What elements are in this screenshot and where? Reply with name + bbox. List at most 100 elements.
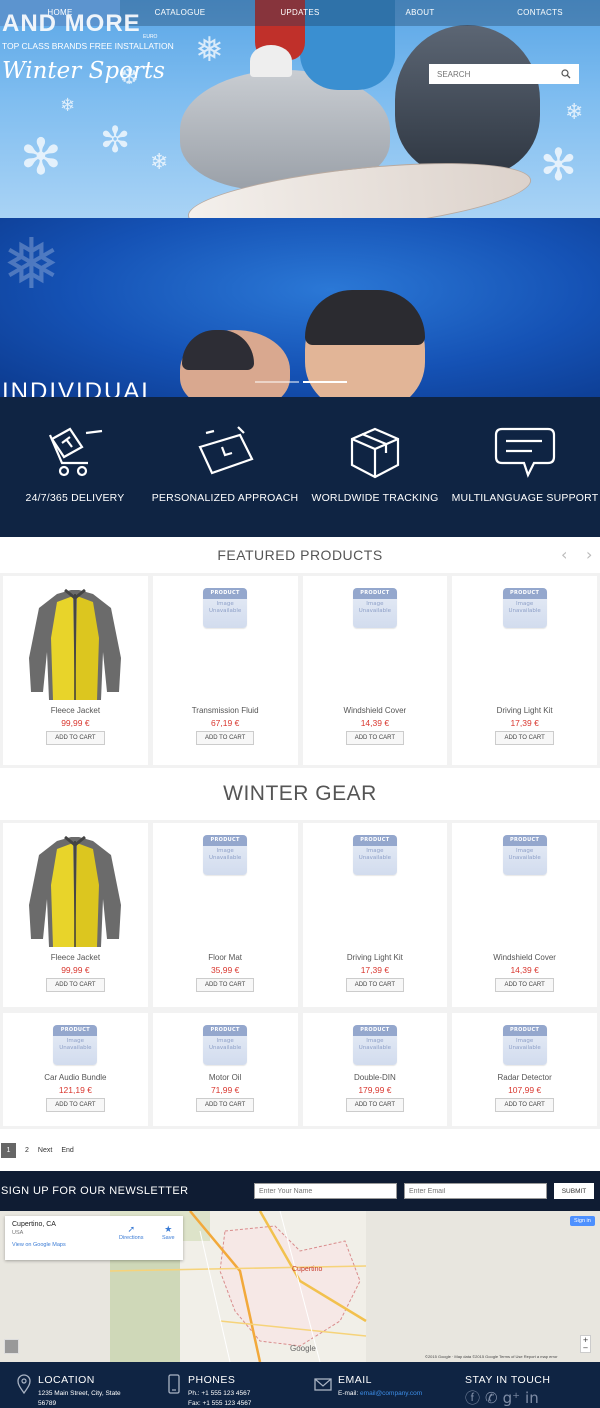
add-to-cart-button[interactable]: ADD TO CART: [495, 731, 554, 745]
newsletter-submit-button[interactable]: SUBMIT: [554, 1183, 594, 1199]
linkedin-icon[interactable]: in: [525, 1389, 539, 1407]
product-card[interactable]: Fleece Jacket 99,99 € ADD TO CART: [3, 823, 148, 1007]
map-directions-button[interactable]: ➚ Directions: [119, 1224, 143, 1241]
image-unavailable-placeholder: PRODUCT Image Unavailable: [352, 588, 397, 628]
product-card[interactable]: PRODUCT Image Unavailable Car Audio Bundle 1…: [3, 1013, 148, 1126]
slider-dot[interactable]: [255, 381, 299, 383]
product-card[interactable]: PRODUCT Image Unavailable Motor Oil 71,99 € A…: [152, 1013, 298, 1126]
next-page-link[interactable]: Next: [38, 1147, 52, 1154]
product-image[interactable]: PRODUCT Image Unavailable: [153, 576, 298, 706]
add-to-cart-button[interactable]: ADD TO CART: [495, 1098, 554, 1112]
directions-label: Directions: [119, 1235, 144, 1241]
snowflake-decoration: ✼: [100, 120, 131, 161]
product-name[interactable]: Driving Light Kit: [497, 706, 553, 715]
product-card[interactable]: PRODUCT Image Unavailable Windshield Cover 1…: [452, 823, 597, 1007]
product-image[interactable]: PRODUCT Image Unavailable: [303, 576, 448, 706]
product-image[interactable]: PRODUCT Image Unavailable: [452, 576, 597, 706]
footer-email-link[interactable]: email@company.com: [360, 1390, 422, 1397]
placeholder-top-label: PRODUCT: [502, 1025, 547, 1036]
product-card[interactable]: PRODUCT Image Unavailable Radar Detector 107…: [452, 1013, 597, 1126]
newsletter-name-input[interactable]: [254, 1183, 397, 1199]
search-icon[interactable]: [561, 69, 571, 79]
product-name[interactable]: Fleece Jacket: [51, 953, 100, 962]
product-card[interactable]: PRODUCT Image Unavailable Transmission Flui…: [152, 576, 298, 765]
hero-title: AND MORE: [2, 10, 141, 37]
carousel-next-arrow[interactable]: ›: [586, 545, 592, 564]
product-name[interactable]: Windshield Cover: [344, 706, 407, 715]
product-image[interactable]: PRODUCT Image Unavailable: [153, 823, 298, 953]
product-name[interactable]: Floor Mat: [208, 953, 242, 962]
add-to-cart-button[interactable]: ADD TO CART: [46, 1098, 105, 1112]
nav-contacts[interactable]: CONTACTS: [480, 0, 600, 26]
footer-location: LOCATION 1235 Main Street, City, State 56…: [16, 1374, 121, 1408]
product-card[interactable]: PRODUCT Image Unavailable Driving Light Kit…: [302, 823, 448, 1007]
add-to-cart-button[interactable]: ADD TO CART: [195, 1098, 255, 1112]
product-image[interactable]: PRODUCT Image Unavailable: [153, 1013, 298, 1073]
save-label: Save: [162, 1235, 175, 1241]
twitter-icon[interactable]: ✆: [485, 1389, 498, 1407]
add-to-cart-button[interactable]: ADD TO CART: [345, 978, 405, 992]
carousel-prev-arrow[interactable]: ‹: [561, 545, 567, 564]
product-card[interactable]: Fleece Jacket 99,99 € ADD TO CART: [3, 576, 148, 765]
nav-updates[interactable]: UPDATES: [240, 0, 360, 26]
product-image[interactable]: [3, 823, 148, 953]
add-to-cart-button[interactable]: ADD TO CART: [46, 978, 105, 992]
product-name[interactable]: Double-DIN: [354, 1073, 396, 1082]
newsletter-email-input[interactable]: [404, 1183, 547, 1199]
slider-dot-active[interactable]: [303, 381, 347, 383]
product-image[interactable]: [3, 576, 148, 706]
google-map[interactable]: Cupertino Cupertino, CA USA View on Goog…: [0, 1211, 600, 1362]
hero-euro-label: EURO: [143, 34, 158, 40]
map-save-button[interactable]: ★ Save: [162, 1224, 175, 1241]
hero-slider[interactable]: ✻ ✼ ❄ ❄ ❅ ✻ ❄ ❆ ❅ HOME CATALOGUE UPDATES…: [0, 0, 600, 397]
page-current[interactable]: 1: [1, 1142, 16, 1158]
map-place-name: Cupertino, CA: [12, 1221, 56, 1228]
nav-about[interactable]: ABOUT: [360, 0, 480, 26]
product-card[interactable]: PRODUCT Image Unavailable Driving Light Kit…: [452, 576, 597, 765]
google-plus-icon[interactable]: g⁺: [503, 1389, 520, 1407]
product-name[interactable]: Motor Oil: [209, 1073, 241, 1082]
add-to-cart-button[interactable]: ADD TO CART: [46, 731, 105, 745]
product-name[interactable]: Windshield Cover: [493, 953, 556, 962]
view-on-google-maps-link[interactable]: View on Google Maps: [12, 1242, 176, 1248]
product-name[interactable]: Radar Detector: [498, 1073, 552, 1082]
product-image[interactable]: PRODUCT Image Unavailable: [303, 823, 448, 953]
product-name[interactable]: Car Audio Bundle: [44, 1073, 106, 1082]
hero-slide2-title: INDIVIDUAL: [2, 378, 157, 397]
newsletter-bar: SIGN UP FOR OUR NEWSLETTER SUBMIT: [0, 1171, 600, 1211]
box-icon: [350, 427, 400, 479]
product-image[interactable]: PRODUCT Image Unavailable: [3, 1013, 148, 1073]
map-zoom-control[interactable]: + −: [580, 1335, 591, 1353]
add-to-cart-button[interactable]: ADD TO CART: [195, 978, 255, 992]
phone-icon: [168, 1374, 180, 1394]
add-to-cart-button[interactable]: ADD TO CART: [345, 731, 405, 745]
add-to-cart-button[interactable]: ADD TO CART: [195, 731, 255, 745]
add-to-cart-button[interactable]: ADD TO CART: [495, 978, 554, 992]
facebook-icon[interactable]: ⓕ: [465, 1389, 480, 1407]
search-input[interactable]: [429, 65, 557, 83]
placeholder-top-label: PRODUCT: [203, 588, 248, 599]
fleece-jacket-image: [29, 835, 122, 947]
product-price: 121,19 €: [58, 1085, 92, 1095]
product-name[interactable]: Transmission Fluid: [192, 706, 259, 715]
end-page-link[interactable]: End: [61, 1147, 73, 1154]
image-unavailable-placeholder: PRODUCT Image Unavailable: [502, 1025, 547, 1065]
product-name[interactable]: Driving Light Kit: [347, 953, 403, 962]
product-name[interactable]: Fleece Jacket: [51, 706, 100, 715]
add-to-cart-button[interactable]: ADD TO CART: [345, 1098, 405, 1112]
product-card[interactable]: PRODUCT Image Unavailable Windshield Cover 1…: [302, 576, 448, 765]
product-image[interactable]: PRODUCT Image Unavailable: [303, 1013, 448, 1073]
map-sign-in-button[interactable]: Sign in: [570, 1216, 595, 1226]
product-card[interactable]: PRODUCT Image Unavailable Double-DIN 179,99 …: [302, 1013, 448, 1126]
image-unavailable-placeholder: PRODUCT Image Unavailable: [203, 835, 248, 875]
image-unavailable-placeholder: PRODUCT Image Unavailable: [203, 588, 248, 628]
image-unavailable-placeholder: PRODUCT Image Unavailable: [352, 1025, 397, 1065]
footer-social: STAY IN TOUCH ⓕ ✆ g⁺ in: [465, 1374, 550, 1407]
street-view-thumbnail[interactable]: [4, 1339, 19, 1354]
product-card[interactable]: PRODUCT Image Unavailable Floor Mat 35,99 € A…: [152, 823, 298, 1007]
product-image[interactable]: PRODUCT Image Unavailable: [452, 1013, 597, 1073]
page-2-link[interactable]: 2: [25, 1147, 29, 1154]
placeholder-top-label: PRODUCT: [203, 835, 248, 846]
features-band: 24/7/365 DELIVERY PERSONALIZED APPROACH …: [0, 397, 600, 537]
product-image[interactable]: PRODUCT Image Unavailable: [452, 823, 597, 953]
